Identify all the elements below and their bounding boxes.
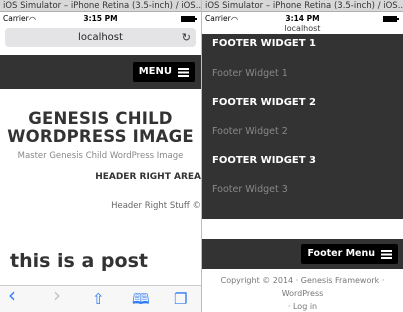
header-right-text: Header Right Stuff ©: [111, 201, 201, 211]
credits-separator: ·: [381, 276, 385, 285]
site-description: Master Genesis Child WordPress Image: [17, 151, 184, 161]
genesis-framework-link[interactable]: Genesis Framework: [301, 276, 380, 285]
post-title[interactable]: this is a post: [10, 250, 148, 272]
window-title: iOS Simulator – iPhone Retina (3.5-inch)…: [205, 1, 403, 11]
battery-icon: [181, 16, 197, 22]
window-title: iOS Simulator – iPhone Retina (3.5-inch)…: [3, 1, 201, 11]
browser-toolbar: ‹ › ⇧ 🕮 ❐: [0, 285, 201, 312]
footer-nav-bar: Footer Menu: [202, 239, 403, 269]
footer-widget-title: FOOTER WIDGET 2: [212, 97, 317, 108]
window-title-bar: iOS Simulator – iPhone Retina (3.5-inch)…: [0, 0, 201, 12]
hamburger-icon: [381, 249, 392, 259]
window-title-bar: iOS Simulator – iPhone Retina (3.5-inch)…: [202, 0, 403, 12]
tabs-icon[interactable]: ❐: [174, 290, 187, 308]
address-text: localhost: [78, 32, 123, 43]
simulator-right: iOS Simulator – iPhone Retina (3.5-inch)…: [202, 0, 403, 312]
copyright-text: Copyright © 2014 ·: [220, 276, 299, 285]
back-icon[interactable]: ‹: [8, 285, 16, 305]
login-link[interactable]: Log in: [293, 302, 317, 311]
site-title[interactable]: GENESIS CHILD WORDPRESS IMAGE: [0, 110, 201, 146]
footer-menu-label: Footer Menu: [307, 248, 375, 259]
address-bar[interactable]: localhost ↻: [5, 28, 196, 47]
battery-icon: [383, 16, 399, 22]
credits-separator: ·: [287, 302, 291, 311]
status-time: 3:15 PM: [83, 14, 118, 23]
forward-icon[interactable]: ›: [53, 285, 61, 305]
share-icon[interactable]: ⇧: [92, 290, 105, 308]
footer-widgets: FOOTER WIDGET 1 Footer Widget 1 FOOTER W…: [202, 34, 403, 219]
footer-widget-text: Footer Widget 2: [212, 126, 288, 137]
footer-widget-title: FOOTER WIDGET 3: [212, 155, 317, 166]
header-right-title: HEADER RIGHT AREA: [95, 172, 201, 182]
simulator-left: iOS Simulator – iPhone Retina (3.5-inch)…: [0, 0, 201, 312]
bookmarks-icon[interactable]: 🕮: [132, 290, 150, 308]
footer-widget-title: FOOTER WIDGET 1: [212, 38, 317, 49]
address-text[interactable]: localhost: [202, 24, 403, 33]
footer-widget-text: Footer Widget 1: [212, 68, 288, 79]
menu-button[interactable]: MENU: [132, 62, 195, 82]
status-bar: Carrier ◠ 3:15 PM: [0, 13, 201, 25]
hamburger-icon: [178, 67, 189, 77]
menu-label: MENU: [138, 66, 172, 77]
site-credits: Copyright © 2014 · Genesis Framework · W…: [202, 274, 403, 312]
footer-widget-text: Footer Widget 3: [212, 184, 288, 195]
reload-icon[interactable]: ↻: [182, 28, 191, 47]
primary-nav-bar: MENU: [0, 55, 201, 89]
wordpress-link[interactable]: WordPress: [282, 289, 324, 298]
footer-menu-button[interactable]: Footer Menu: [301, 244, 398, 264]
